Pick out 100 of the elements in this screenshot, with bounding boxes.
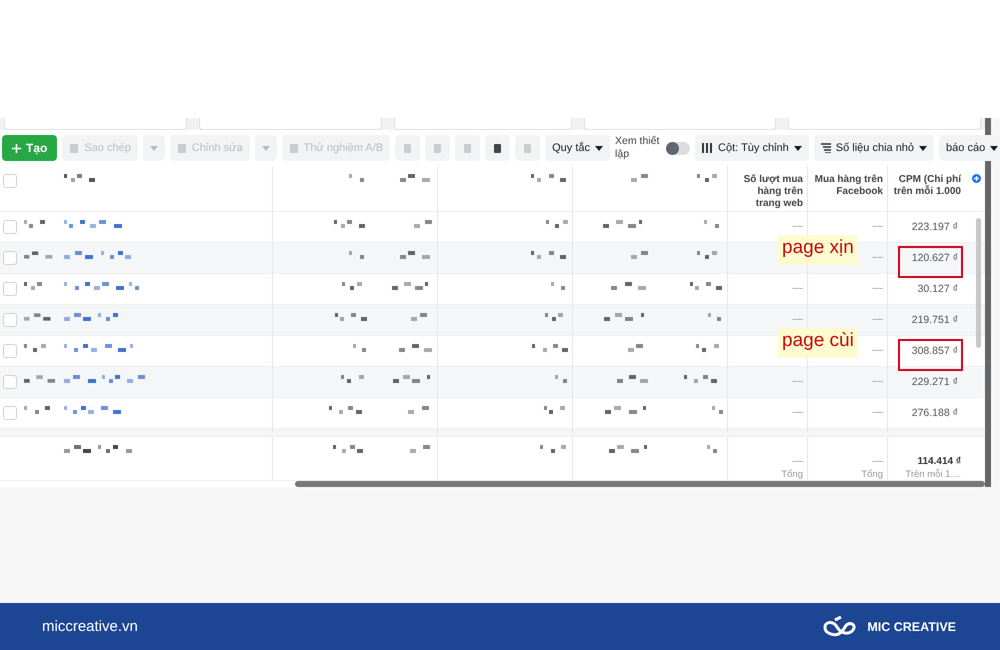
- redacted-text: [24, 375, 56, 383]
- tab[interactable]: [4, 118, 187, 130]
- scrollbar[interactable]: [295, 481, 985, 487]
- flag-button[interactable]: [485, 135, 510, 161]
- tab[interactable]: [788, 118, 981, 130]
- plus-icon: [12, 144, 21, 152]
- redacted-text: [605, 406, 648, 414]
- redacted-text: [335, 313, 368, 321]
- total-note: Tổng: [781, 469, 803, 480]
- total-note: Trên mỗi 1....: [905, 469, 961, 480]
- cpm-value: 308.857 ₫: [898, 339, 963, 371]
- caret-icon: [150, 146, 158, 150]
- checkbox[interactable]: [3, 220, 17, 234]
- redacted-text: [532, 344, 568, 352]
- checkbox[interactable]: [3, 251, 17, 265]
- empty-value: —: [872, 406, 883, 418]
- redacted-text: [631, 174, 648, 182]
- column-header[interactable]: Số lượt mua hàng trên trang web: [732, 174, 803, 210]
- empty-value: —: [792, 455, 803, 467]
- redacted-text: [64, 406, 122, 414]
- cpm-value: 120.627 ₫: [898, 246, 963, 278]
- redacted-text: [531, 251, 568, 259]
- redacted-text: [690, 282, 723, 290]
- tool-icon: [176, 142, 187, 154]
- empty-value: —: [792, 282, 803, 294]
- total-cpm: 114.414 ₫: [917, 456, 961, 467]
- redacted-text: [64, 174, 98, 182]
- redacted-text: [353, 344, 368, 352]
- redacted-text: [544, 406, 568, 414]
- add-column-icon[interactable]: [972, 174, 981, 183]
- breakdown-button[interactable]: Số liệu chia nhỏ: [814, 135, 934, 161]
- checkbox[interactable]: [3, 282, 17, 296]
- tab[interactable]: [198, 118, 382, 130]
- tab[interactable]: [584, 118, 776, 130]
- tool-icon: [69, 142, 80, 154]
- redacted-text: [24, 344, 46, 352]
- empty-value: —: [872, 251, 883, 263]
- empty-value: —: [872, 282, 883, 294]
- empty-value: —: [872, 220, 883, 232]
- column-header[interactable]: CPM (Chi phí trên mỗi 1.000: [892, 174, 961, 198]
- checkbox[interactable]: [3, 344, 17, 358]
- checkbox[interactable]: [3, 375, 17, 389]
- columns-button[interactable]: Cột: Tùy chỉnh: [695, 135, 809, 161]
- caret-icon: [919, 146, 928, 150]
- redacted-text: [712, 406, 723, 414]
- redacted-text: [617, 375, 648, 383]
- empty-value: —: [872, 375, 883, 387]
- annotation-label: page xịn: [778, 235, 858, 265]
- checkbox[interactable]: [3, 406, 17, 420]
- redacted-text: [611, 282, 648, 290]
- redacted-text: [400, 251, 433, 259]
- dropdown-button[interactable]: [142, 135, 165, 161]
- redacted-text: [609, 445, 648, 453]
- empty-value: —: [792, 220, 803, 232]
- empty-value: —: [872, 313, 883, 325]
- redacted-text: [24, 406, 52, 414]
- redacted-text: [410, 445, 433, 453]
- empty-value: —: [872, 455, 883, 467]
- cpm-value: 223.197 ₫: [910, 220, 959, 235]
- dropdown-button[interactable]: [254, 135, 277, 161]
- empty-value: —: [792, 313, 803, 325]
- checkbox[interactable]: [3, 313, 17, 327]
- view-setup-label: Xem thiết lập: [615, 135, 660, 161]
- website-url: miccreative.vn: [42, 618, 138, 635]
- redacted-text: [64, 344, 133, 352]
- cpm-value: 219.751 ₫: [910, 313, 959, 328]
- rules-button[interactable]: Quy tắc: [545, 135, 610, 161]
- brand-name: MIC CREATIVE: [867, 620, 956, 634]
- redacted-text: [393, 375, 433, 383]
- redacted-text: [414, 220, 433, 228]
- cpm-value: 229.271 ₫: [910, 375, 959, 390]
- empty-value: —: [792, 375, 803, 387]
- annotation-label: page cùi: [778, 328, 858, 358]
- redacted-text: [400, 174, 433, 182]
- trash-button[interactable]: [455, 135, 480, 161]
- column-header[interactable]: Mua hàng trên Facebook: [812, 174, 883, 198]
- total-note: Tổng: [861, 469, 883, 480]
- redacted-text: [631, 251, 648, 259]
- redacted-text: [540, 445, 568, 453]
- clipboard-button[interactable]: [395, 135, 420, 161]
- redacted-text: [531, 174, 568, 182]
- undo-button[interactable]: [425, 135, 450, 161]
- redacted-text: [708, 313, 723, 321]
- caret-icon: [794, 146, 802, 150]
- empty-value: —: [872, 344, 883, 356]
- redacted-text: [551, 282, 568, 290]
- tag-button[interactable]: [515, 135, 540, 161]
- scrollbar[interactable]: [976, 218, 981, 348]
- cpm-value: 30.127 ₫: [916, 282, 959, 297]
- checkbox[interactable]: [3, 174, 17, 188]
- redacted-text: [555, 375, 568, 383]
- reports-button[interactable]: báo cáo: [939, 135, 1000, 161]
- list-icon: [820, 143, 831, 153]
- caret-icon: [595, 146, 604, 150]
- empty-value: —: [792, 406, 803, 418]
- view-setup-toggle[interactable]: [666, 142, 690, 154]
- cpm-value: 276.188 ₫: [910, 406, 959, 421]
- tab[interactable]: [394, 118, 572, 130]
- caret-icon: [262, 146, 270, 150]
- redacted-text: [546, 220, 568, 228]
